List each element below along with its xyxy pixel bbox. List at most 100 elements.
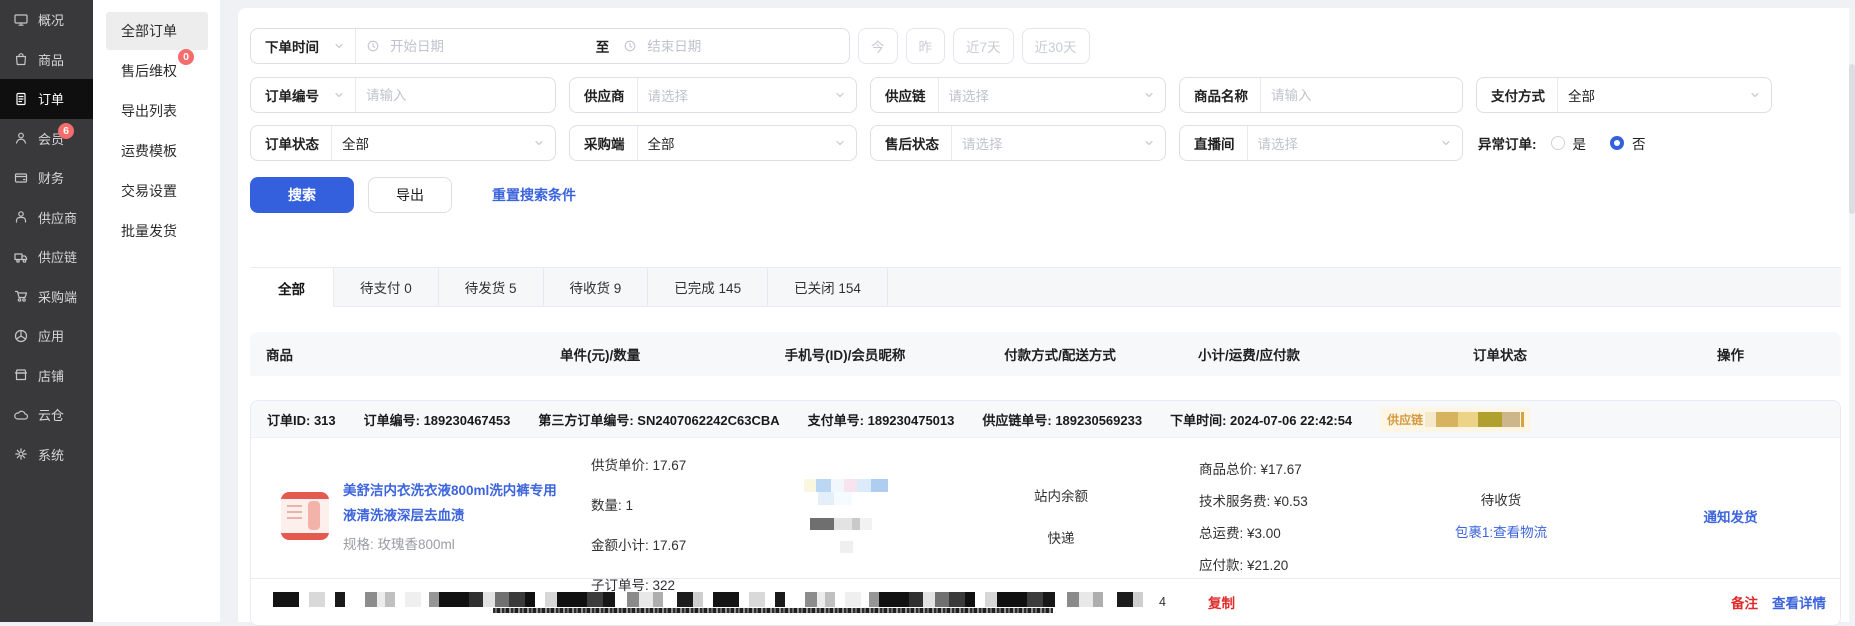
view-detail-link[interactable]: 查看详情 bbox=[1772, 592, 1826, 612]
supply-chain-select[interactable]: 请选择 bbox=[939, 85, 1144, 105]
order-status-filter[interactable]: 订单状态 全部 bbox=[250, 125, 556, 161]
submenu-item-trade-settings[interactable]: 交易设置 bbox=[106, 172, 208, 210]
sidebar-item-label: 店铺 bbox=[38, 366, 64, 385]
supplier-filter[interactable]: 供应商 请选择 bbox=[569, 77, 857, 113]
submenu-item-aftersale[interactable]: 售后维权 0 bbox=[106, 52, 208, 90]
censored-block bbox=[1478, 412, 1502, 427]
pay-method-filter[interactable]: 支付方式 全部 bbox=[1476, 77, 1772, 113]
supply-unit-price: 供货单价: 17.67 bbox=[591, 454, 731, 474]
chevron-down-icon bbox=[1749, 89, 1761, 101]
submenu-item-export-list[interactable]: 导出列表 bbox=[106, 92, 208, 130]
radio-label: 是 bbox=[1573, 133, 1587, 153]
sidebar-item-cloud-warehouse[interactable]: 云仓 bbox=[0, 395, 93, 435]
col-product: 商品 bbox=[250, 344, 560, 364]
date-range-separator: 至 bbox=[592, 36, 614, 56]
action-cell: 通知发货 bbox=[1621, 438, 1840, 594]
supplier-select[interactable]: 请选择 bbox=[638, 85, 835, 105]
aftersale-status-select[interactable]: 请选择 bbox=[952, 133, 1143, 153]
order-no-filter[interactable]: 订单编号 bbox=[250, 77, 556, 113]
abnormal-no-radio[interactable]: 否 bbox=[1610, 133, 1646, 153]
order-no-input[interactable] bbox=[356, 88, 555, 103]
quick-filter-30days-button[interactable]: 近30天 bbox=[1022, 28, 1090, 64]
supplier-icon bbox=[13, 209, 29, 225]
order-time-range-filter[interactable]: 下单时间 至 bbox=[250, 28, 850, 64]
purchase-end-filter[interactable]: 采购端 全部 bbox=[569, 125, 857, 161]
order-status-select[interactable]: 全部 bbox=[332, 133, 533, 153]
member-cell bbox=[731, 438, 961, 594]
search-button[interactable]: 搜索 bbox=[250, 177, 354, 213]
tab-completed[interactable]: 已完成 145 bbox=[648, 268, 768, 306]
remark-link[interactable]: 备注 bbox=[1731, 592, 1758, 612]
quick-filter-yesterday-button[interactable]: 昨 bbox=[906, 28, 946, 64]
sidebar-item-label: 采购端 bbox=[38, 287, 77, 306]
quick-filter-today-button[interactable]: 今 bbox=[858, 28, 898, 64]
copy-address-link[interactable]: 复制 bbox=[1208, 592, 1235, 612]
abnormal-yes-radio[interactable]: 是 bbox=[1551, 133, 1587, 153]
submenu-item-batch-shipping[interactable]: 批量发货 bbox=[106, 212, 208, 250]
start-date-input[interactable] bbox=[380, 39, 592, 54]
sidebar-item-finance[interactable]: 财务 bbox=[0, 158, 93, 198]
product-spec: 规格: 玫瑰香800ml bbox=[343, 533, 559, 553]
pay-method-value: 站内余额 bbox=[1034, 485, 1088, 505]
supply-chain-tag-label: 供应链 bbox=[1387, 411, 1423, 428]
clock-icon bbox=[623, 39, 637, 53]
time-field-label: 下单时间 bbox=[251, 36, 331, 56]
product-name-input[interactable] bbox=[1261, 88, 1462, 103]
tab-unpaid[interactable]: 待支付 0 bbox=[334, 268, 439, 306]
aftersale-status-filter[interactable]: 售后状态 请选择 bbox=[870, 125, 1166, 161]
tab-to-ship[interactable]: 待发货 5 bbox=[439, 268, 544, 306]
end-date-input[interactable] bbox=[637, 39, 849, 54]
sidebar-item-suppliers[interactable]: 供应商 bbox=[0, 198, 93, 238]
order-icon bbox=[13, 91, 29, 107]
sidebar-item-products[interactable]: 商品 bbox=[0, 40, 93, 80]
supply-chain-filter[interactable]: 供应链 请选择 bbox=[870, 77, 1166, 113]
quick-filter-7days-button[interactable]: 近7天 bbox=[953, 28, 1014, 64]
product-name-filter[interactable]: 商品名称 bbox=[1179, 77, 1463, 113]
censored-member-id bbox=[810, 518, 882, 530]
finance-icon bbox=[13, 170, 29, 186]
sidebar-item-label: 财务 bbox=[38, 168, 64, 187]
tab-all[interactable]: 全部 bbox=[250, 268, 334, 307]
scrollbar-thumb[interactable] bbox=[1849, 64, 1855, 214]
export-button[interactable]: 导出 bbox=[368, 177, 452, 213]
sidebar-item-overview[interactable]: 概况 bbox=[0, 0, 93, 40]
purchase-end-select[interactable]: 全部 bbox=[638, 133, 835, 153]
submenu-item-label: 运费模板 bbox=[121, 141, 177, 161]
sidebar-item-purchase[interactable]: 采购端 bbox=[0, 277, 93, 317]
submenu-item-label: 售后维权 bbox=[121, 61, 177, 81]
tab-to-receive[interactable]: 待收货 9 bbox=[544, 268, 649, 306]
reset-search-link[interactable]: 重置搜索条件 bbox=[492, 185, 576, 205]
sidebar-item-supply-chain[interactable]: 供应链 bbox=[0, 237, 93, 277]
order-table-header: 商品 单件(元)/数量 手机号(ID)/会员昵称 付款方式/配送方式 小计/运费… bbox=[250, 332, 1841, 376]
submenu-item-freight-template[interactable]: 运费模板 bbox=[106, 132, 208, 170]
sidebar-item-system[interactable]: 系统 bbox=[0, 435, 93, 475]
filter-label: 采购端 bbox=[570, 133, 637, 153]
censored-address bbox=[273, 592, 1153, 613]
tab-closed[interactable]: 已关闭 154 bbox=[768, 268, 888, 306]
third-party-order-no: 第三方订单编号: SN2407062242C63CBA bbox=[538, 410, 779, 429]
chevron-down-icon bbox=[834, 89, 846, 101]
gear-icon bbox=[13, 446, 29, 462]
sidebar-item-shop[interactable]: 店铺 bbox=[0, 356, 93, 396]
notify-ship-link[interactable]: 通知发货 bbox=[1704, 506, 1758, 526]
product-title-link[interactable]: 美舒洁内衣洗衣液800ml洗内裤专用液清洗液深层去血渍 bbox=[343, 479, 559, 529]
live-room-filter[interactable]: 直播间 请选择 bbox=[1179, 125, 1463, 161]
sidebar-item-label: 概况 bbox=[38, 10, 64, 29]
members-badge: 6 bbox=[58, 123, 74, 139]
submenu-item-all-orders[interactable]: 全部订单 bbox=[106, 12, 208, 50]
sidebar-item-label: 供应商 bbox=[38, 208, 77, 227]
sidebar-item-members[interactable]: 会员 6 bbox=[0, 119, 93, 159]
package-logistics-link[interactable]: 包裹1:查看物流 bbox=[1451, 522, 1551, 544]
shop-icon bbox=[13, 367, 29, 383]
scrollbar-track[interactable] bbox=[1849, 8, 1855, 622]
payment-no: 支付单号: 189230475013 bbox=[808, 410, 955, 429]
product-image[interactable] bbox=[281, 492, 329, 540]
submenu-item-label: 全部订单 bbox=[121, 21, 177, 41]
sidebar-item-apps[interactable]: 应用 bbox=[0, 316, 93, 356]
order-info-bar: 订单ID: 313 订单编号: 189230467453 第三方订单编号: SN… bbox=[251, 401, 1840, 438]
pay-method-select[interactable]: 全部 bbox=[1558, 85, 1749, 105]
sidebar-item-orders[interactable]: 订单 bbox=[0, 79, 93, 119]
live-room-select[interactable]: 请选择 bbox=[1248, 133, 1441, 153]
abnormal-order-label: 异常订单: bbox=[1478, 133, 1537, 153]
censored-member-info bbox=[804, 492, 888, 505]
